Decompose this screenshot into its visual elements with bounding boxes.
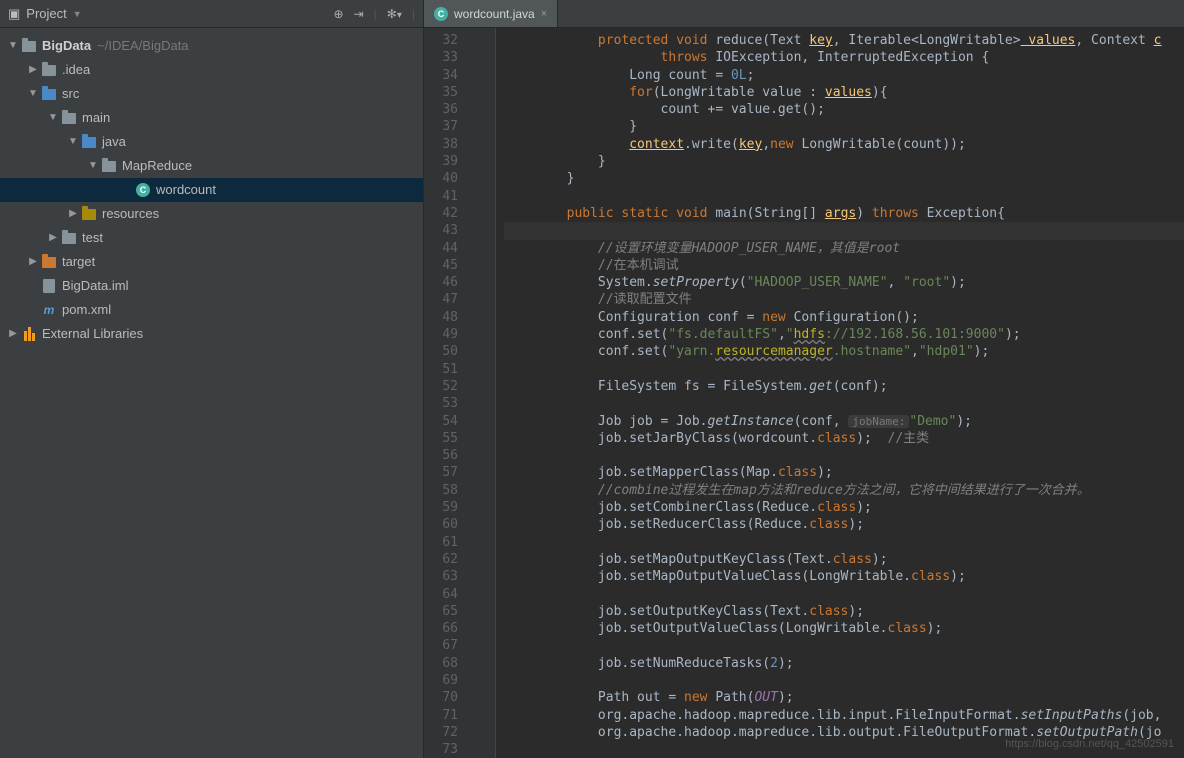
tab-bar: C wordcount.java × (424, 0, 1184, 28)
root-path: ~/IDEA/BigData (97, 35, 188, 57)
code-editor[interactable]: 3233343536373839404142434445464748495051… (424, 28, 1184, 758)
project-title: Project (26, 6, 66, 21)
close-icon[interactable]: × (541, 8, 547, 20)
tree-item-resources[interactable]: ▶ resources (0, 202, 423, 226)
project-tree: ▼ BigData ~/IDEA/BigData ▶ .idea ▼ src ▼… (0, 28, 423, 352)
tab-label: wordcount.java (454, 7, 535, 21)
locate-icon[interactable]: ⊕ (334, 7, 344, 21)
tree-item-java[interactable]: ▼ java (0, 130, 423, 154)
gear-icon[interactable]: ✻▾ (387, 7, 402, 21)
project-header: ▣ Project ▼ ⊕ ⇥ | ✻▾ | (0, 0, 423, 28)
tree-item-idea[interactable]: ▶ .idea (0, 58, 423, 82)
tree-item-wordcount[interactable]: C wordcount (0, 178, 423, 202)
tree-item-test[interactable]: ▶ test (0, 226, 423, 250)
divider: | (374, 7, 377, 21)
collapse-icon[interactable]: ⇥ (354, 7, 364, 21)
tree-item-iml[interactable]: BigData.iml (0, 274, 423, 298)
tree-item-pom[interactable]: m pom.xml (0, 298, 423, 322)
tree-item-mapreduce[interactable]: ▼ MapReduce (0, 154, 423, 178)
tree-root[interactable]: ▼ BigData ~/IDEA/BigData (0, 34, 423, 58)
code-content[interactable]: protected void reduce(Text key, Iterable… (496, 28, 1184, 758)
gutter: 3233343536373839404142434445464748495051… (424, 28, 472, 758)
watermark: https://blog.csdn.net/qq_42502591 (1005, 738, 1174, 750)
dropdown-icon[interactable]: ▼ (73, 9, 82, 19)
tree-item-external[interactable]: ▶ External Libraries (0, 322, 423, 346)
tree-item-src[interactable]: ▼ src (0, 82, 423, 106)
divider: | (412, 7, 415, 21)
project-icon: ▣ (8, 6, 20, 22)
tab-wordcount[interactable]: C wordcount.java × (424, 0, 558, 27)
project-sidebar: ▣ Project ▼ ⊕ ⇥ | ✻▾ | ▼ BigData ~/IDEA/… (0, 0, 424, 758)
gutter-icons (472, 28, 496, 758)
editor-pane: C wordcount.java × 323334353637383940414… (424, 0, 1184, 758)
tree-item-main[interactable]: ▼ main (0, 106, 423, 130)
root-name: BigData (42, 35, 91, 57)
tree-item-target[interactable]: ▶ target (0, 250, 423, 274)
